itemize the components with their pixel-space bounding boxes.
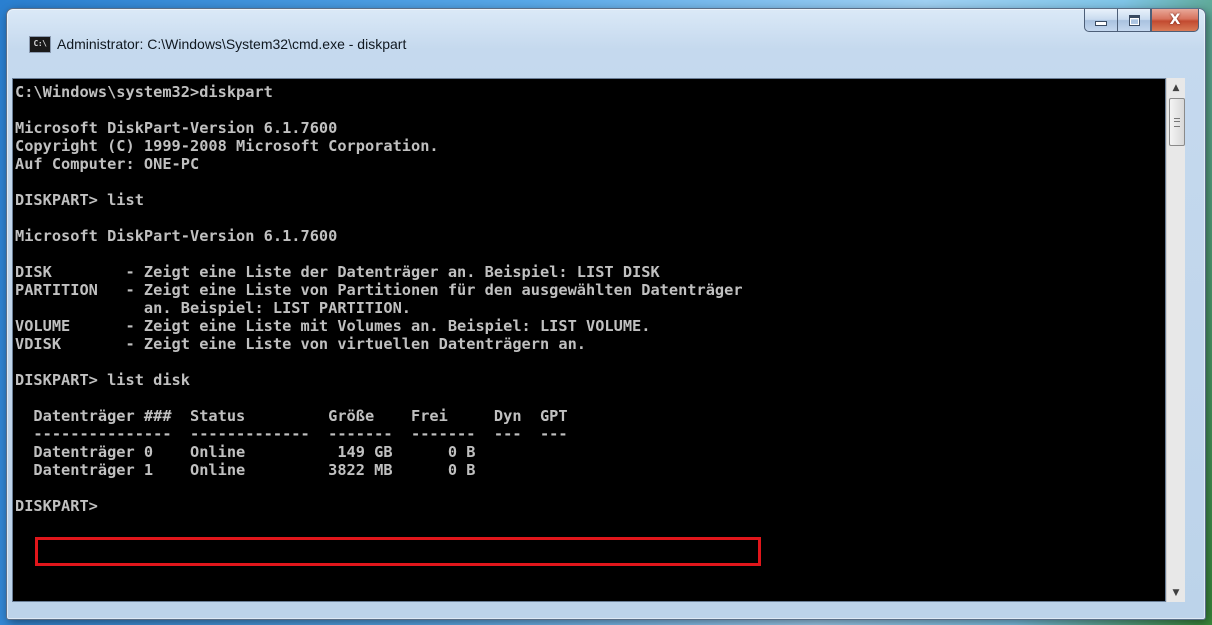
console-line: Datenträger 1 Online 3822 MB 0 B bbox=[15, 461, 476, 479]
scroll-up-button[interactable]: ▲ bbox=[1167, 79, 1185, 96]
console-line: DISK - Zeigt eine Liste der Datenträger … bbox=[15, 263, 660, 281]
console-line: Microsoft DiskPart-Version 6.1.7600 bbox=[15, 119, 338, 137]
close-button[interactable]: X bbox=[1151, 9, 1199, 32]
window-title: Administrator: C:\Windows\System32\cmd.e… bbox=[57, 36, 407, 52]
console-line: Datenträger 0 Online 149 GB 0 B bbox=[15, 443, 476, 461]
console-output: C:\Windows\system32>diskpart Microsoft Di… bbox=[15, 83, 743, 515]
console-line: VDISK - Zeigt eine Liste von virtuellen … bbox=[15, 335, 586, 353]
caption-buttons: X bbox=[1084, 9, 1199, 32]
console-line: C:\Windows\system32>diskpart bbox=[15, 83, 273, 101]
maximize-button[interactable] bbox=[1117, 9, 1151, 32]
scroll-down-button[interactable]: ▼ bbox=[1167, 584, 1185, 601]
console-line: Auf Computer: ONE-PC bbox=[15, 155, 200, 173]
highlight-box bbox=[35, 537, 761, 566]
console-line: --------------- ------------- ------- --… bbox=[15, 425, 568, 443]
console-line: an. Beispiel: LIST PARTITION. bbox=[15, 299, 412, 317]
minimize-button[interactable] bbox=[1084, 9, 1117, 32]
console-line: DISKPART> list disk bbox=[15, 371, 190, 389]
title-bar[interactable]: C:\ Administrator: C:\Windows\System32\c… bbox=[7, 9, 1205, 53]
cmd-app-icon[interactable]: C:\ bbox=[29, 36, 51, 53]
arrow-up-icon: ▲ bbox=[1172, 82, 1180, 93]
grip-icon bbox=[1174, 117, 1180, 127]
close-icon: X bbox=[1169, 12, 1181, 28]
console-area[interactable]: C:\Windows\system32>diskpart Microsoft Di… bbox=[12, 78, 1166, 602]
console-line: Datenträger ### Status Größe Frei Dyn GP… bbox=[15, 407, 568, 425]
console-line: VOLUME - Zeigt eine Liste mit Volumes an… bbox=[15, 317, 651, 335]
console-line: Copyright (C) 1999-2008 Microsoft Corpor… bbox=[15, 137, 439, 155]
minimize-icon bbox=[1095, 21, 1107, 26]
maximize-icon bbox=[1128, 14, 1140, 26]
console-line: PARTITION - Zeigt eine Liste von Partiti… bbox=[15, 281, 743, 299]
console-line: DISKPART> list bbox=[15, 191, 144, 209]
scroll-thumb[interactable] bbox=[1169, 98, 1185, 146]
console-line: Microsoft DiskPart-Version 6.1.7600 bbox=[15, 227, 338, 245]
vertical-scrollbar[interactable]: ▲ ▼ bbox=[1166, 78, 1185, 602]
arrow-down-icon: ▼ bbox=[1172, 587, 1180, 598]
console-line: DISKPART> bbox=[15, 497, 98, 515]
